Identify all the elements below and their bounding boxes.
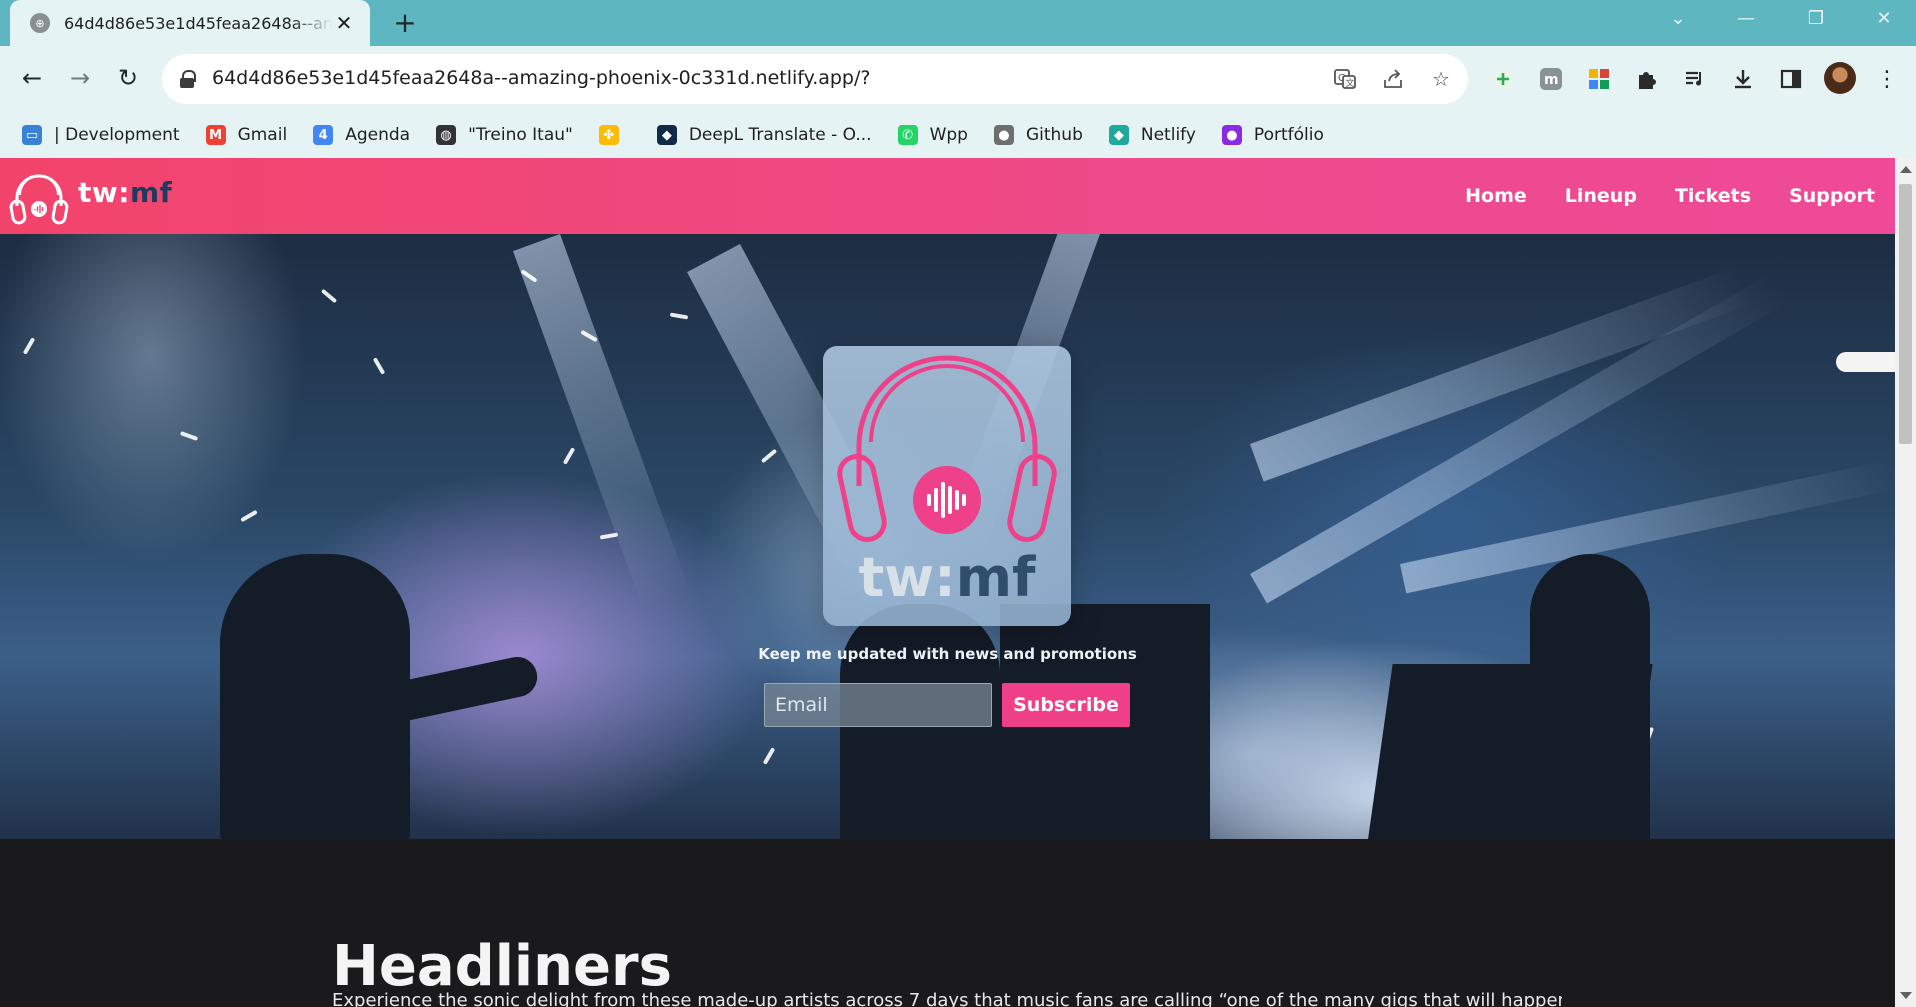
media-icon[interactable] [1680, 64, 1710, 94]
nav-lineup[interactable]: Lineup [1565, 185, 1637, 207]
logo-card-brand: tw:mf [823, 546, 1071, 609]
confetti [669, 312, 689, 320]
bookmark-item[interactable]: ✆ Wpp [897, 125, 968, 145]
floating-toggle[interactable] [1836, 352, 1895, 372]
reload-button[interactable]: ↻ [110, 60, 146, 96]
globe-icon: ⊕ [30, 13, 50, 33]
confetti [760, 448, 778, 464]
deepl-icon: ◆ [656, 125, 677, 145]
confetti [372, 357, 386, 375]
bookmark-label: Gmail [237, 125, 288, 145]
star-icon[interactable]: ☆ [1428, 66, 1454, 92]
whatsapp-icon: ✆ [897, 125, 918, 145]
bookmark-item[interactable]: ✤ [598, 125, 631, 145]
svg-text:m: m [1544, 72, 1559, 88]
github-icon: ● [993, 125, 1014, 145]
address-bar[interactable]: 64d4d86e53e1d45feaa2648a--amazing-phoeni… [162, 54, 1468, 104]
tab-title: 64d4d86e53e1d45feaa2648a--amazing-phoeni… [64, 13, 332, 33]
new-tab-button[interactable]: + [390, 8, 420, 38]
confetti [599, 532, 619, 540]
bookmarks-bar: ▭ | Development M Gmail 4 Agenda ◍ "Treino Itau… [0, 112, 1916, 158]
confetti [179, 431, 199, 441]
scroll-up-arrow[interactable] [1900, 166, 1912, 173]
forward-button[interactable]: → [62, 60, 98, 96]
nav-tickets[interactable]: Tickets [1675, 185, 1751, 207]
bookmark-item[interactable]: 4 Agenda [313, 125, 410, 145]
m-extension-icon[interactable]: m [1536, 64, 1566, 94]
brand-prefix: tw: [78, 176, 130, 209]
avatar[interactable] [1824, 62, 1856, 94]
email-input[interactable] [764, 683, 992, 727]
bookmark-item[interactable]: M Gmail [205, 125, 288, 145]
bookmark-label: Netlify [1140, 125, 1196, 145]
sidebar-icon[interactable] [1776, 64, 1806, 94]
confetti [562, 447, 576, 465]
globe-icon: ◍ [436, 125, 457, 145]
headliners-description: Experience the sonic delight from these … [332, 990, 1562, 1007]
bookmark-label: "Treino Itau" [468, 125, 573, 145]
calendar-icon: 4 [313, 125, 334, 145]
add-extension-icon[interactable] [1488, 64, 1518, 94]
tab-search-icon[interactable]: ⌄ [1652, 0, 1704, 36]
confetti [240, 509, 258, 523]
translate-icon[interactable]: G文 [1332, 66, 1358, 92]
back-button[interactable]: ← [14, 60, 50, 96]
card-brand-suffix: mf [955, 546, 1036, 609]
bookmark-label: Portfólio [1253, 125, 1324, 145]
headphones-logo-icon [837, 355, 1057, 542]
person-icon: ● [1221, 125, 1242, 145]
bookmark-item[interactable]: ▭ | Development [22, 125, 180, 145]
hero-section: tw:mf Keep me updated with news and prom… [0, 234, 1895, 839]
bookmark-item[interactable]: ◍ "Treino Itau" [436, 125, 573, 145]
site-nav: Home Lineup Tickets Support [1427, 158, 1875, 234]
card-brand-prefix: tw: [858, 546, 956, 609]
brand-suffix: mf [129, 176, 173, 209]
browser-tab[interactable]: ⊕ 64d4d86e53e1d45feaa2648a--amazing-phoe… [10, 0, 370, 46]
minimize-button[interactable]: — [1720, 0, 1772, 36]
scrollbar[interactable] [1895, 158, 1916, 1007]
puzzle-icon[interactable] [1632, 64, 1662, 94]
bookmark-item[interactable]: ◆ DeepL Translate - O... [656, 125, 872, 145]
subscribe-button[interactable]: Subscribe [1002, 683, 1130, 727]
browser-toolbar: ← → ↻ 64d4d86e53e1d45feaa2648a--amazing-… [0, 46, 1916, 158]
bookmark-label: DeepL Translate - O... [688, 125, 872, 145]
scroll-thumb[interactable] [1899, 184, 1912, 444]
window-close-button[interactable]: ✕ [1858, 0, 1910, 36]
bookmark-item[interactable]: ◆ Netlify [1108, 125, 1196, 145]
bookmark-label: | Development [54, 125, 180, 145]
confetti [22, 337, 36, 355]
tab-close-icon[interactable]: ✕ [332, 11, 356, 35]
bookmark-label: Agenda [345, 125, 411, 145]
svg-text:文: 文 [1346, 77, 1355, 89]
page-viewport: tw:mf Home Lineup Tickets Support tw:mf … [0, 158, 1895, 1007]
color-extension-icon[interactable] [1584, 64, 1614, 94]
photos-icon: ✤ [598, 125, 619, 145]
netlify-icon: ◆ [1108, 125, 1129, 145]
confetti [762, 747, 776, 765]
tab-strip: ⊕ 64d4d86e53e1d45feaa2648a--amazing-phoe… [0, 0, 1916, 46]
bookmark-label: Wpp [929, 125, 968, 145]
share-icon[interactable] [1380, 66, 1406, 92]
bookmark-item[interactable]: ● Portfólio [1221, 125, 1324, 145]
nav-home[interactable]: Home [1465, 185, 1527, 207]
nav-support[interactable]: Support [1789, 185, 1875, 207]
url-text[interactable]: 64d4d86e53e1d45feaa2648a--amazing-phoeni… [212, 67, 870, 89]
keyboard-stand-silhouette [1367, 664, 1653, 839]
festival-logo-card: tw:mf [823, 346, 1071, 626]
gmail-icon: M [205, 125, 226, 145]
laptop-icon: ▭ [22, 125, 42, 145]
headphones-logo-icon[interactable] [8, 168, 70, 226]
light-beam [513, 234, 690, 609]
site-brand[interactable]: tw:mf [78, 176, 172, 209]
confetti [320, 288, 338, 304]
bookmark-label: Github [1025, 125, 1083, 145]
site-header: tw:mf Home Lineup Tickets Support [0, 158, 1895, 234]
menu-icon[interactable]: ⋮ [1872, 64, 1902, 94]
lock-icon[interactable] [180, 70, 196, 88]
bookmark-item[interactable]: ● Github [993, 125, 1083, 145]
scroll-down-arrow[interactable] [1900, 992, 1912, 999]
restore-button[interactable]: ❐ [1790, 0, 1842, 36]
newsletter-prompt: Keep me updated with news and promotions [758, 645, 1137, 663]
download-icon[interactable] [1728, 64, 1758, 94]
